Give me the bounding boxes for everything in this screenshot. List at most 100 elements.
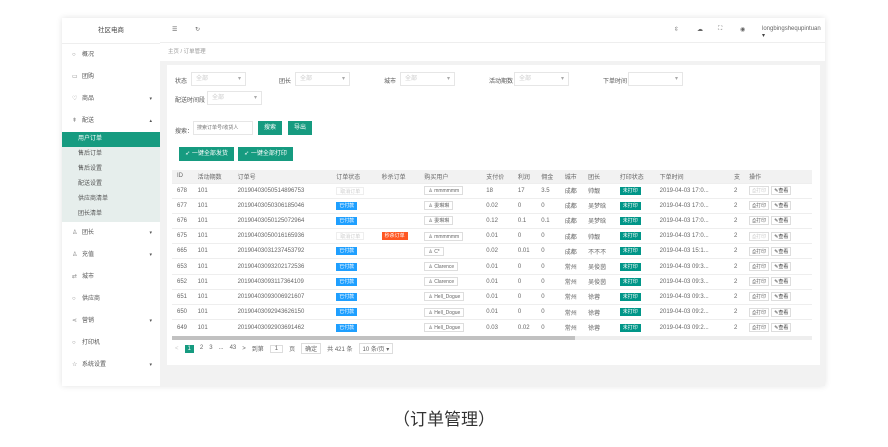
print-button[interactable]: ⎙打印 <box>749 216 770 226</box>
city-select[interactable]: 全部 <box>400 72 455 86</box>
table-row[interactable]: 653 101 20190403093202172536 已付款 ♙ Clarence 0… <box>172 258 812 275</box>
view-button[interactable]: ✎查看 <box>771 292 792 302</box>
view-button[interactable]: ✎查看 <box>771 277 792 287</box>
buyer-user[interactable]: ♙ Clarence <box>424 277 459 287</box>
view-button[interactable]: ✎查看 <box>771 201 792 211</box>
print-all-button[interactable]: ➶ 一键全部打印 <box>238 147 293 161</box>
sidebar-item[interactable]: ☆ 系统设置 ▾ <box>62 354 160 376</box>
period-select[interactable]: 全部 <box>514 72 569 86</box>
table-row[interactable]: 649 101 20190403092903691462 已付款 ♙ Hell_Dogu… <box>172 319 812 335</box>
sidebar-item[interactable]: ♙ 团长 ▾ <box>62 222 160 244</box>
view-button[interactable]: ✎查看 <box>771 216 792 226</box>
buyer-user[interactable]: ♙ 委琳琳 <box>424 216 454 226</box>
ship-all-button[interactable]: ➶ 一键全部发货 <box>179 147 234 161</box>
column-header: 活动期数 <box>192 170 233 183</box>
print-status-badge: 未打印 <box>619 292 641 301</box>
view-label: 查看 <box>778 264 789 271</box>
breadcrumb-home[interactable]: 主页 <box>168 49 179 55</box>
buyer-user[interactable]: ♙ C* <box>424 246 444 256</box>
table-row[interactable]: 675 101 20190403050016165936 取消订单 秒杀订单 ♙ mmmm… <box>172 228 812 244</box>
cell-text: 101 <box>197 187 208 194</box>
sidebar-item[interactable]: ⋖ 营销 ▾ <box>62 310 160 332</box>
view-button[interactable]: ✎查看 <box>771 246 792 256</box>
clear-icon[interactable]: ⇳ <box>674 26 679 33</box>
view-button[interactable]: ✎查看 <box>771 231 792 241</box>
table-row[interactable]: 652 101 20190403093117364109 已付款 ♙ Clarence 0… <box>172 273 812 290</box>
time-input[interactable] <box>628 72 683 86</box>
print-button[interactable]: ⎙打印 <box>749 307 770 317</box>
print-button[interactable]: ⎙打印 <box>749 262 770 272</box>
buyer-user[interactable]: ♙ mmmmmm <box>424 186 464 196</box>
table-cell: 成都 <box>559 243 584 259</box>
table-row[interactable]: 665 101 20190403031237453792 已付款 ♙ C* 0.02 0.0… <box>172 243 812 259</box>
status-select[interactable]: 全部 <box>191 72 246 86</box>
theme-icon[interactable]: ☁ <box>697 26 703 33</box>
page-number[interactable]: 2 <box>200 345 203 353</box>
page-number[interactable]: 1 <box>184 344 194 353</box>
page-size-select[interactable]: 10 条/页 ▾ <box>358 343 394 354</box>
next-page[interactable]: > <box>242 346 246 352</box>
table-row[interactable]: 651 101 20190403093006921607 已付款 ♙ Hell_Dogu… <box>172 288 812 305</box>
cell-text: 101 <box>197 202 208 209</box>
cell-text: 吴梦晗 <box>588 219 607 226</box>
view-label: 查看 <box>778 203 789 210</box>
submenu-item[interactable]: 用户订单 <box>62 132 160 147</box>
buyer-user[interactable]: ♙ Hell_Dogue <box>424 307 465 317</box>
sidebar-item[interactable]: ▭ 团购 <box>62 66 160 88</box>
print-button[interactable]: ⎙打印 <box>749 186 770 196</box>
cell-text: 675 <box>177 233 188 240</box>
export-button[interactable]: 导出 <box>288 121 312 135</box>
view-button[interactable]: ✎查看 <box>771 323 792 333</box>
menu-toggle-icon[interactable]: ☰ <box>172 26 177 33</box>
sidebar-item-label: 充值 <box>82 252 95 258</box>
print-button[interactable]: ⎙打印 <box>749 201 770 211</box>
fullscreen-icon[interactable]: ⛶ <box>718 26 722 33</box>
sidebar-item[interactable]: ♙ 充值 ▾ <box>62 244 160 266</box>
search-input[interactable] <box>193 121 253 135</box>
user-menu[interactable]: longbingshequpintuan ▾ <box>762 26 825 39</box>
page-number[interactable]: ... <box>219 345 224 353</box>
buyer-user[interactable]: ♙ 委琳琳 <box>424 201 454 211</box>
submenu-item[interactable]: 售后设置 <box>62 162 160 177</box>
prev-page[interactable]: < <box>175 346 179 352</box>
buyer-user[interactable]: ♙ Hell_Dogue <box>424 323 465 333</box>
print-button[interactable]: ⎙打印 <box>749 277 770 287</box>
view-button[interactable]: ✎查看 <box>771 186 792 196</box>
slot-select[interactable]: 全部 <box>207 91 262 105</box>
refresh-icon[interactable]: ↻ <box>195 26 200 33</box>
submenu-item[interactable]: 售后订单 <box>62 147 160 162</box>
sidebar-item[interactable]: ⇞ 配送 ▴ <box>62 110 160 132</box>
page-input[interactable]: 1 <box>269 344 284 353</box>
buyer-user[interactable]: ♙ Hell_Dogue <box>424 292 465 302</box>
page-number[interactable]: 3 <box>209 345 212 353</box>
view-button[interactable]: ✎查看 <box>771 262 792 272</box>
confirm-button[interactable]: 确定 <box>301 343 322 354</box>
sidebar-item[interactable]: ○ 供应商 <box>62 288 160 310</box>
search-button[interactable]: 搜索 <box>258 121 282 135</box>
view-button[interactable]: ✎查看 <box>771 307 792 317</box>
sidebar-item[interactable]: ○ 打印机 <box>62 332 160 354</box>
horizontal-scrollbar[interactable] <box>172 336 812 340</box>
table-row[interactable]: 678 101 2019040305051489675​3 取消订单 ♙ mmmmmm 1… <box>172 182 812 199</box>
orders-table: ID 活动期数 订单号 订单状态 秒杀订单 购买用户 支付价 利润 佣金 城市 团长 打印状态 下单时间… <box>172 170 812 335</box>
table-row[interactable]: 650 101 20190403092943626150 已付款 ♙ Hell_Dogu… <box>172 303 812 320</box>
cell-text: 2019-04-03 09:2... <box>659 309 709 316</box>
sidebar-item[interactable]: ○ 概况 <box>62 44 160 66</box>
settings-icon[interactable]: ◉ <box>740 26 745 33</box>
print-button[interactable]: ⎙打印 <box>749 231 770 241</box>
table-row[interactable]: 676 101 20190403050125072964 已付款 ♙ 委琳琳 0.12 0.… <box>172 212 812 229</box>
buyer-user[interactable]: ♙ mmmmmm <box>424 231 464 241</box>
submenu-item[interactable]: 团长清单 <box>62 207 160 222</box>
sidebar-item[interactable]: ⇄ 城市 <box>62 266 160 288</box>
print-button[interactable]: ⎙打印 <box>749 292 770 302</box>
sidebar-item[interactable]: ♡ 商品 ▾ <box>62 88 160 110</box>
team-select[interactable]: 全部 <box>295 72 350 86</box>
print-button[interactable]: ⎙打印 <box>749 246 770 256</box>
buyer-user[interactable]: ♙ Clarence <box>424 262 459 272</box>
table-row[interactable]: 677 101 20190403050306185046 已付款 ♙ 委琳琳 0.02 0 0… <box>172 197 812 214</box>
page-number[interactable]: 43 <box>230 345 237 353</box>
sidebar-item-label: 打印机 <box>82 340 101 346</box>
print-button[interactable]: ⎙打印 <box>749 323 770 333</box>
submenu-item[interactable]: 供应商清单 <box>62 192 160 207</box>
submenu-item[interactable]: 配送设置 <box>62 177 160 192</box>
